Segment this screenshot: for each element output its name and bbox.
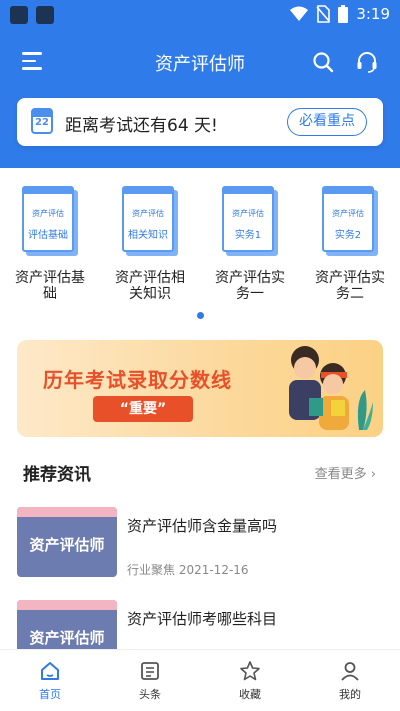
view-more-link[interactable]: 查看更多 › [315, 463, 376, 482]
category-item[interactable]: 资产评估 实务2 资产评估实务二 [300, 186, 400, 302]
news-icon [141, 662, 159, 680]
countdown-text: 距离考试还有64 天! [65, 116, 218, 136]
search-icon[interactable] [312, 51, 334, 73]
page-indicator-dot [197, 312, 204, 319]
score-line-banner[interactable]: 历年考试录取分数线 “重要” [17, 340, 383, 437]
customer-service-icon[interactable] [356, 51, 378, 73]
battery-icon [338, 5, 349, 23]
category-label: 资产评估实务一 [215, 270, 285, 302]
news-meta: 行业聚焦 2021-12-16 [127, 563, 249, 577]
bottom-tab-bar: 首页 头条 收藏 我的 [0, 649, 400, 711]
news-item[interactable]: 资产评估师 资产评估师考哪些科目 [0, 600, 400, 649]
category-grid: 资产评估 评估基础 资产评估基础 资产评估 相关知识 资产评估相关知识 资产评估… [0, 186, 400, 306]
star-icon [240, 661, 260, 681]
status-bar: 3:19 [0, 0, 400, 30]
category-label: 资产评估基础 [15, 270, 85, 302]
news-item[interactable]: 资产评估师 资产评估师含金量高吗 行业聚焦 2021-12-16 [0, 507, 400, 587]
no-sim-icon [316, 5, 331, 23]
news-title: 资产评估师含金量高吗 [127, 517, 278, 535]
tab-headlines[interactable]: 头条 [100, 650, 200, 711]
calendar-icon: 22 [31, 108, 53, 134]
home-icon [41, 662, 59, 680]
banner-title: 历年考试录取分数线 [43, 368, 232, 392]
news-title: 资产评估师考哪些科目 [127, 610, 278, 628]
tab-home[interactable]: 首页 [0, 650, 100, 711]
book-icon: 资产评估 实务2 [322, 186, 378, 256]
user-icon [341, 662, 359, 681]
exam-countdown-card: 22 距离考试还有64 天! 必看重点 [17, 98, 383, 146]
category-label: 资产评估相关知识 [115, 270, 185, 302]
category-item[interactable]: 资产评估 评估基础 资产评估基础 [0, 186, 100, 302]
must-see-button[interactable]: 必看重点 [287, 108, 367, 136]
category-item[interactable]: 资产评估 实务1 资产评估实务一 [200, 186, 300, 302]
tab-mine[interactable]: 我的 [300, 650, 400, 711]
notification-icon [36, 6, 54, 24]
app-header: 资产评估师 [0, 40, 400, 84]
chevron-right-icon: › [370, 467, 376, 482]
category-item[interactable]: 资产评估 相关知识 资产评估相关知识 [100, 186, 200, 302]
recommend-title: 推荐资讯 [23, 465, 91, 485]
news-thumbnail: 资产评估师 [17, 507, 117, 577]
book-icon: 资产评估 相关知识 [122, 186, 178, 256]
students-illustration [289, 346, 373, 430]
wifi-icon [290, 6, 309, 21]
news-thumbnail: 资产评估师 [17, 600, 117, 649]
book-icon: 资产评估 实务1 [222, 186, 278, 256]
recommend-header: 推荐资讯 查看更多 › [0, 456, 400, 486]
book-icon: 资产评估 评估基础 [22, 186, 78, 256]
notification-icon [10, 6, 28, 24]
banner-tag: “重要” [93, 396, 193, 422]
tab-favorites[interactable]: 收藏 [200, 650, 300, 711]
page-title: 资产评估师 [155, 54, 245, 75]
category-label: 资产评估实务二 [315, 270, 385, 302]
status-time: 3:19 [356, 5, 390, 23]
